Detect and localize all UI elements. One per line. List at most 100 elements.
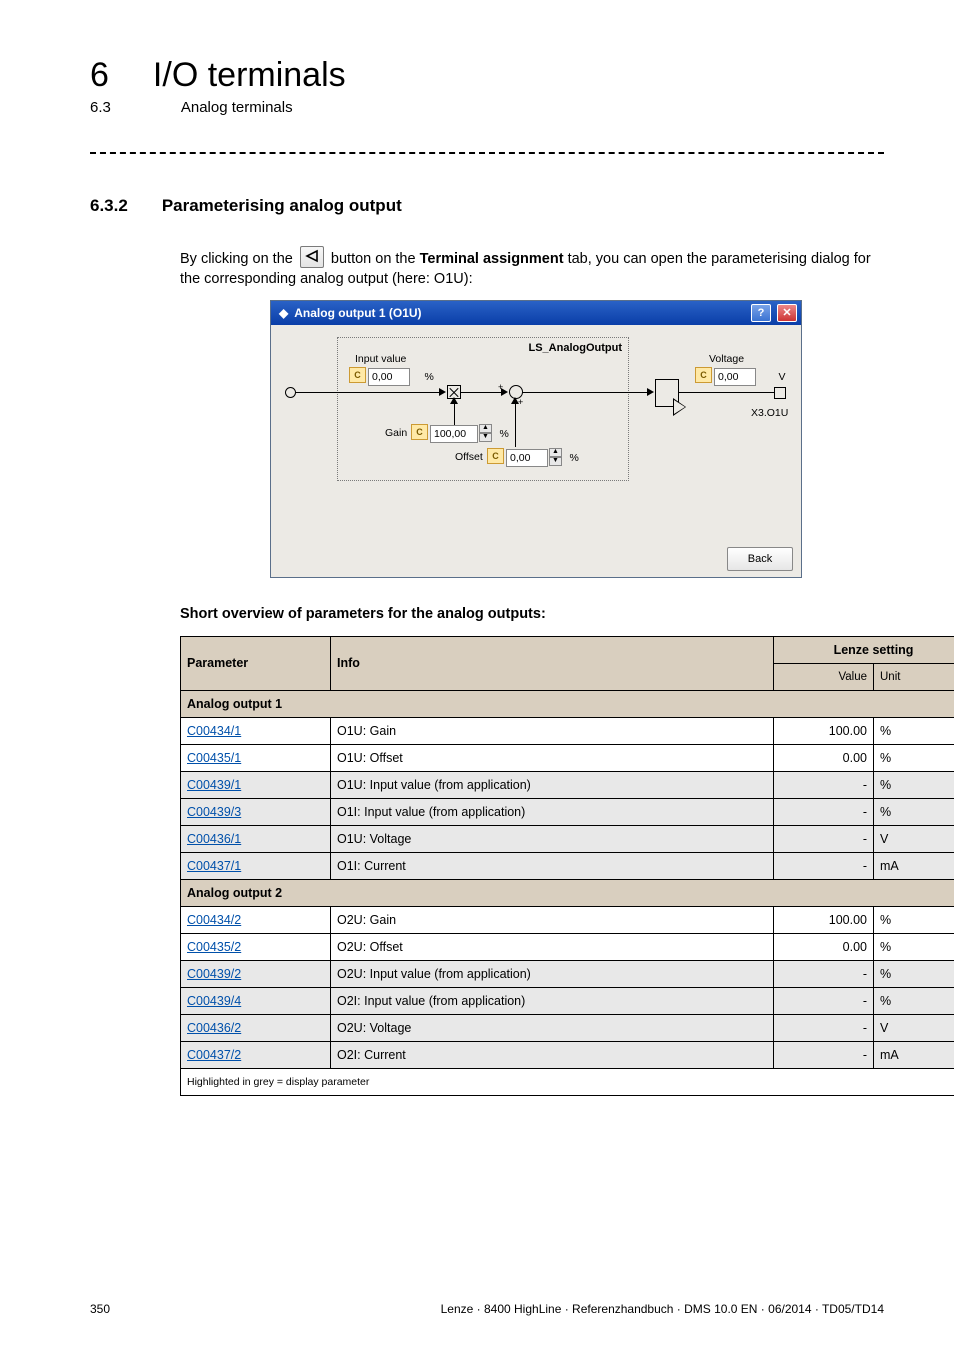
cell-unit: % bbox=[874, 771, 954, 798]
section-heading: 6.3.2 Parameterising analog output bbox=[90, 196, 884, 216]
table-section-row: Analog output 2 bbox=[181, 879, 954, 906]
cell-value: - bbox=[774, 1041, 874, 1068]
cell-value: - bbox=[774, 1014, 874, 1041]
parameter-link[interactable]: C00437/2 bbox=[187, 1048, 241, 1062]
parameter-link[interactable]: C00435/2 bbox=[187, 940, 241, 954]
dialog-body: LS_AnalogOutput Input value C0,00 % bbox=[271, 325, 801, 577]
cell-parameter: C00434/2 bbox=[181, 906, 331, 933]
dialog-app-icon: ◆ bbox=[279, 306, 288, 320]
cell-parameter: C00434/1 bbox=[181, 717, 331, 744]
dialog-screenshot: ◆ Analog output 1 (O1U) ? ✕ LS_AnalogOut… bbox=[270, 300, 884, 578]
wire bbox=[295, 392, 443, 393]
wire bbox=[515, 399, 516, 447]
cell-parameter: C00439/2 bbox=[181, 960, 331, 987]
parameter-link[interactable]: C00434/2 bbox=[187, 913, 241, 927]
input-value-unit: % bbox=[424, 371, 433, 383]
voltage-label: Voltage bbox=[709, 353, 744, 365]
cell-unit: mA bbox=[874, 852, 954, 879]
analog-output-dialog: ◆ Analog output 1 (O1U) ? ✕ LS_AnalogOut… bbox=[270, 300, 802, 578]
cell-info: O1I: Input value (from application) bbox=[331, 798, 774, 825]
intro-paragraph: By clicking on the button on the Termina… bbox=[180, 246, 884, 290]
offset-field[interactable]: 0,00 bbox=[506, 449, 548, 467]
offset-stepper[interactable]: ▲▼ bbox=[549, 448, 562, 466]
arrow-icon bbox=[647, 388, 654, 396]
cell-value: - bbox=[774, 852, 874, 879]
parameter-link[interactable]: C00437/1 bbox=[187, 859, 241, 873]
parameter-link[interactable]: C00436/2 bbox=[187, 1021, 241, 1035]
back-button[interactable]: Back bbox=[727, 547, 793, 571]
close-icon[interactable]: ✕ bbox=[777, 304, 797, 322]
voltage-field[interactable]: 0,00 bbox=[714, 368, 756, 386]
open-param-icon[interactable] bbox=[300, 246, 324, 268]
th-lenze: Lenze setting bbox=[774, 636, 954, 663]
cell-info: O1U: Input value (from application) bbox=[331, 771, 774, 798]
cell-value: - bbox=[774, 987, 874, 1014]
gain-label: Gain bbox=[385, 427, 407, 439]
cell-parameter: C00437/1 bbox=[181, 852, 331, 879]
input-value-label: Input value bbox=[355, 353, 406, 365]
subsection-number: 6.3 bbox=[90, 99, 111, 116]
cell-unit: V bbox=[874, 825, 954, 852]
help-icon[interactable]: ? bbox=[751, 304, 771, 322]
cell-parameter: C00435/1 bbox=[181, 744, 331, 771]
cell-value: - bbox=[774, 825, 874, 852]
wire bbox=[522, 392, 650, 393]
th-info: Info bbox=[331, 636, 774, 690]
table-row: C00439/1 O1U: Input value (from applicati… bbox=[181, 771, 954, 798]
parameter-link[interactable]: C00434/1 bbox=[187, 724, 241, 738]
cell-parameter: C00439/4 bbox=[181, 987, 331, 1014]
chapter-header: 6 I/O terminals bbox=[90, 56, 884, 95]
cell-parameter: C00437/2 bbox=[181, 1041, 331, 1068]
input-value-field[interactable]: 0,00 bbox=[368, 368, 410, 386]
table-section-row: Analog output 1 bbox=[181, 690, 954, 717]
cell-parameter: C00435/2 bbox=[181, 933, 331, 960]
terminal-icon bbox=[774, 387, 786, 399]
parameter-table: Parameter Info Lenze setting Value Unit … bbox=[180, 636, 954, 1096]
cell-value: - bbox=[774, 798, 874, 825]
gain-field[interactable]: 100,00 bbox=[430, 425, 478, 443]
cell-value: - bbox=[774, 960, 874, 987]
cell-unit: % bbox=[874, 906, 954, 933]
parameter-link[interactable]: C00435/1 bbox=[187, 751, 241, 765]
table-row: C00437/2O2I: Current-mA bbox=[181, 1041, 954, 1068]
c-tag-icon: C bbox=[695, 367, 712, 383]
cell-info: O2U: Voltage bbox=[331, 1014, 774, 1041]
cell-parameter: C00436/2 bbox=[181, 1014, 331, 1041]
intro-pre: By clicking on the bbox=[180, 251, 297, 267]
plus-label: + bbox=[498, 382, 503, 392]
cell-unit: % bbox=[874, 798, 954, 825]
table-row: C00436/2O2U: Voltage-V bbox=[181, 1014, 954, 1041]
ls-block-label: LS_AnalogOutput bbox=[529, 342, 623, 354]
c-tag-icon: C bbox=[349, 367, 366, 383]
wire bbox=[460, 392, 505, 393]
table-row: C00439/4 O2I: Input value (from applicati… bbox=[181, 987, 954, 1014]
offset-unit: % bbox=[569, 452, 578, 464]
parameter-link[interactable]: C00439/2 bbox=[187, 967, 241, 981]
chapter-number: 6 bbox=[90, 56, 109, 95]
parameter-table-body: Analog output 1C00434/1O1U: Gain100.00%C… bbox=[181, 690, 954, 1068]
subsection-title: Analog terminals bbox=[181, 99, 293, 116]
parameter-link[interactable]: C00439/1 bbox=[187, 778, 241, 792]
offset-label: Offset bbox=[455, 451, 483, 463]
table-row: C00439/2O2U: Input value (from applicati… bbox=[181, 960, 954, 987]
table-row: C00435/1O1U: Offset0.00% bbox=[181, 744, 954, 771]
gain-stepper[interactable]: ▲▼ bbox=[479, 424, 492, 442]
arrow-up-icon bbox=[511, 397, 519, 404]
table-section-label: Analog output 2 bbox=[181, 879, 954, 906]
separator-rule bbox=[90, 152, 884, 154]
table-row: C00436/1O1U: Voltage-V bbox=[181, 825, 954, 852]
section-title: Parameterising analog output bbox=[162, 196, 402, 216]
footer-right: Lenze · 8400 HighLine · Referenzhandbuch… bbox=[441, 1302, 884, 1316]
parameter-link[interactable]: C00439/3 bbox=[187, 805, 241, 819]
table-row: C00439/3 O1I: Input value (from applicati… bbox=[181, 798, 954, 825]
cell-value: - bbox=[774, 771, 874, 798]
section-number: 6.3.2 bbox=[90, 196, 128, 216]
cell-info: O2I: Input value (from application) bbox=[331, 987, 774, 1014]
cell-unit: % bbox=[874, 744, 954, 771]
cell-unit: % bbox=[874, 717, 954, 744]
driver-triangle-icon bbox=[673, 398, 686, 416]
parameter-link[interactable]: C00436/1 bbox=[187, 832, 241, 846]
table-row: C00437/1O1I: Current-mA bbox=[181, 852, 954, 879]
parameter-link[interactable]: C00439/4 bbox=[187, 994, 241, 1008]
voltage-unit: V bbox=[778, 371, 785, 383]
